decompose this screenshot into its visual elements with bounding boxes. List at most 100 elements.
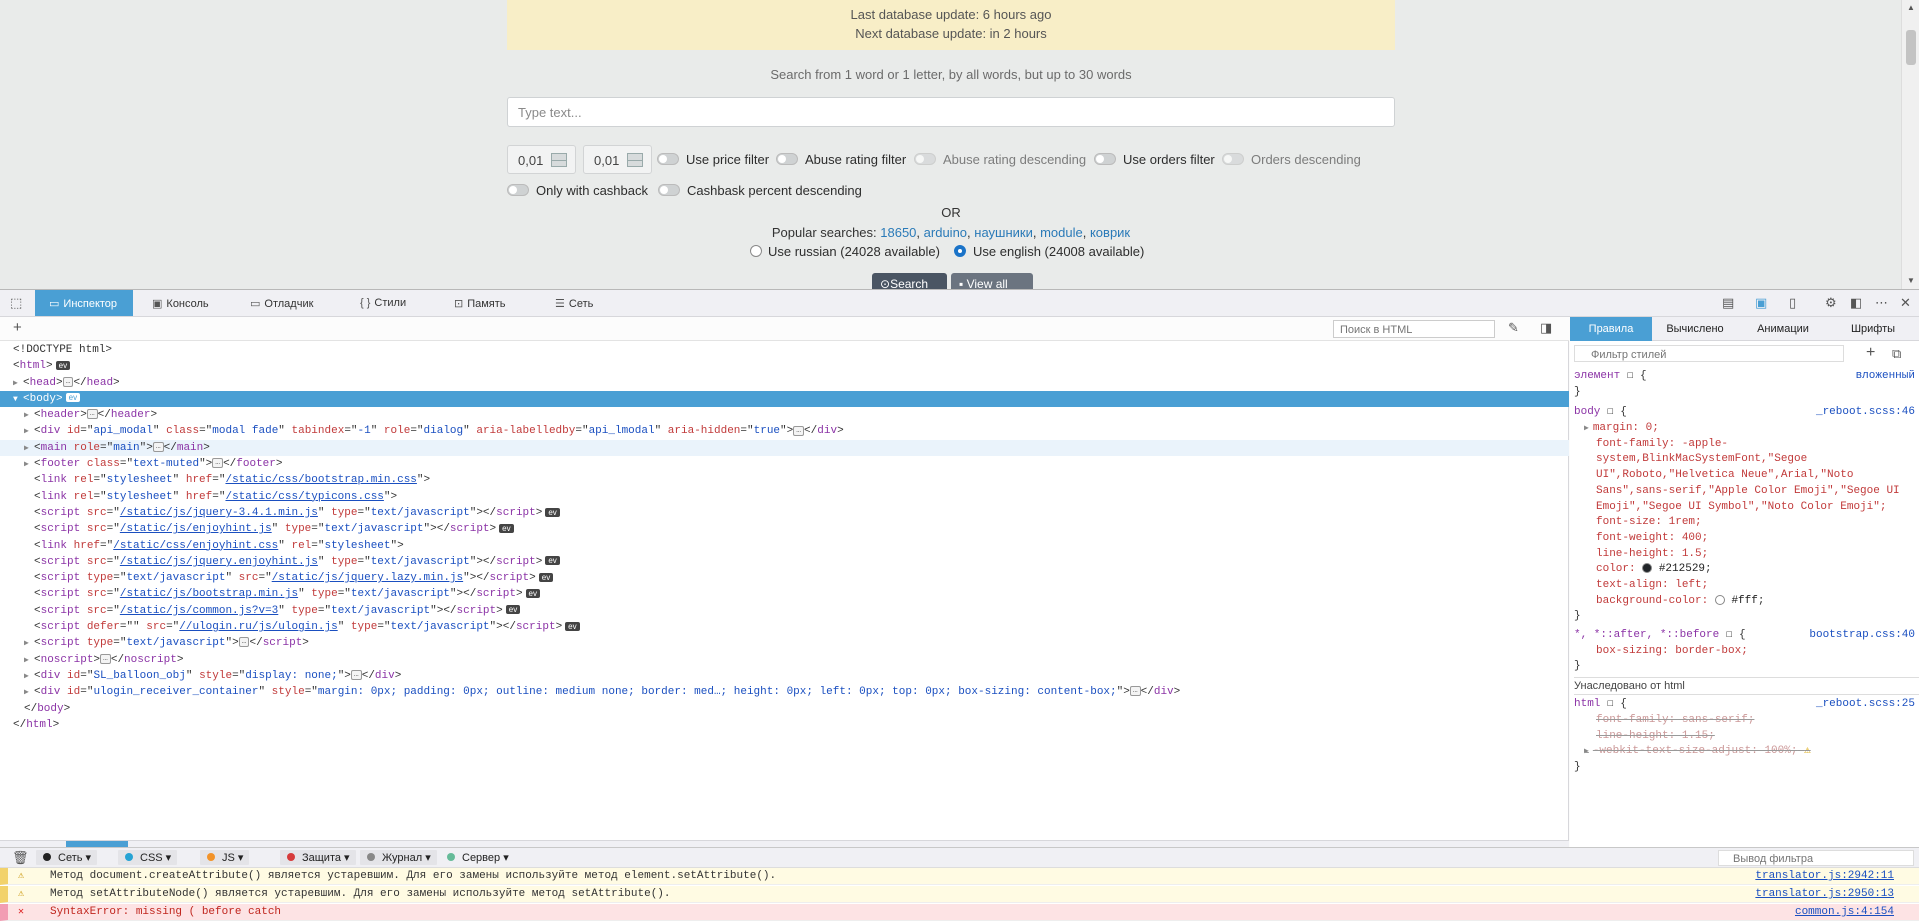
popular-link[interactable]: 18650 [880,225,916,240]
pseudo-class-icon[interactable]: ⧉ [1892,346,1901,362]
cashback-desc-toggle[interactable] [658,184,680,196]
tree-node[interactable]: <script src="/static/js/bootstrap.min.js… [0,586,1569,602]
filter-network[interactable]: Сеть ▾ [36,850,98,865]
tree-node[interactable]: ▶ <main role="main">… </main> [0,439,1569,457]
tab-console[interactable]: ▣ Консоль [152,290,232,316]
tree-node[interactable]: </body> [0,701,1569,717]
tree-node[interactable]: <script src="/static/js/common.js?v=3" t… [0,603,1569,619]
css-property[interactable]: ▶ margin: 0; [1574,421,1919,437]
css-property-overridden[interactable]: ▶ -webkit-text-size-adjust: 100%; ⚠ [1574,744,1919,760]
responsive-icon[interactable]: ▯ [1789,295,1796,311]
tree-node[interactable]: <link href="/static/css/enjoyhint.css" r… [0,538,1569,554]
tree-node[interactable]: </html> [0,717,1569,733]
css-property[interactable]: box-sizing: border-box; [1574,644,1919,660]
popular-link[interactable]: наушники [974,225,1033,240]
tree-node-selected[interactable]: ▼ <body> ev [0,390,1569,408]
tree-node[interactable]: <script defer="" src="//ulogin.ru/js/ulo… [0,619,1569,635]
add-node-icon[interactable]: + [13,319,22,336]
search-input[interactable] [507,97,1395,127]
tree-node[interactable]: <script src="/static/js/jquery-3.4.1.min… [0,505,1569,521]
scroll-up-icon[interactable]: ▲ [1907,3,1915,12]
css-property[interactable]: line-height: 1.5; [1574,547,1919,563]
tree-node[interactable]: <link rel="stylesheet" href="/static/css… [0,489,1569,505]
tab-rules[interactable]: Правила [1570,317,1652,341]
price-filter-toggle[interactable] [657,153,679,165]
split-icon[interactable]: ◧ [1850,295,1862,311]
spinner-icon[interactable] [551,153,567,167]
price-max-input[interactable]: 0,01 [583,145,652,174]
abuse-desc-toggle[interactable] [914,153,936,165]
css-property[interactable]: background-color: #fff; [1574,594,1919,610]
russian-radio[interactable] [750,245,762,257]
add-rule-icon[interactable]: + [1866,344,1875,362]
tab-debugger[interactable]: ▭ Отладчик [250,290,340,316]
tree-node[interactable]: <html> ev [0,358,1569,374]
tree-node[interactable]: ▶ <div id="api_modal" class="modal fade" … [0,423,1569,439]
search-button[interactable]: ⊙Search [872,273,947,289]
cashback-only-toggle[interactable] [507,184,529,196]
tab-styles[interactable]: { } Стили [360,290,440,316]
scroll-down-icon[interactable]: ▼ [1907,276,1915,285]
style-filter-input[interactable] [1574,345,1844,362]
tab-fonts[interactable]: Шрифты [1830,317,1916,341]
english-radio[interactable] [954,245,966,257]
eyedropper-icon[interactable]: ✎ [1508,320,1519,336]
tab-memory[interactable]: ⊡ Память [454,290,534,316]
filter-js[interactable]: JS ▾ [200,850,250,865]
tree-node[interactable]: ▶ <head>… </head> [0,375,1569,391]
tree-node[interactable]: <!DOCTYPE html> [0,342,1569,358]
layout-icon[interactable]: ▤ [1722,295,1734,311]
trash-icon[interactable]: 🗑 [12,850,29,866]
console-filter-input[interactable] [1718,850,1914,866]
element-picker-icon[interactable]: ⬚ [10,295,22,311]
filter-security[interactable]: Защита ▾ [280,850,356,865]
page-scrollbar[interactable]: ▲ ▼ [1901,0,1919,289]
rule-source[interactable]: вложенный [1856,369,1915,385]
html-search-input[interactable] [1333,320,1495,338]
filter-css[interactable]: CSS ▾ [118,850,178,865]
orders-filter-toggle[interactable] [1094,153,1116,165]
tree-node[interactable]: ▶ <footer class="text-muted">… </footer> [0,456,1569,472]
css-property-overridden[interactable]: line-height: 1.15; [1574,729,1919,745]
tree-node[interactable]: <script src="/static/js/enjoyhint.js" ty… [0,521,1569,537]
css-property-overridden[interactable]: font-family: sans-serif; [1574,713,1919,729]
tree-node[interactable]: ▶ <div id="SL_balloon_obj" style="display… [0,668,1569,684]
tab-animations[interactable]: Анимации [1738,317,1828,341]
sidebar-toggle-icon[interactable]: ◨ [1540,320,1552,336]
filter-log[interactable]: Журнал ▾ [360,850,437,865]
popular-link[interactable]: module [1040,225,1083,240]
tab-network[interactable]: ☰ Сеть [555,290,625,316]
view-all-button[interactable]: ▪ View all [951,273,1033,289]
css-property[interactable]: font-size: 1rem; [1574,515,1919,531]
message-source[interactable]: translator.js:2950:13 [1755,888,1894,900]
tree-node[interactable]: <link rel="stylesheet" href="/static/css… [0,472,1569,488]
tree-node[interactable]: ▶ <header>… </header> [0,407,1569,423]
css-property[interactable]: font-weight: 400; [1574,531,1919,547]
scrollbar-thumb[interactable] [1906,30,1916,65]
gear-icon[interactable]: ⚙ [1825,295,1837,311]
tree-node[interactable]: ▶ <noscript>… </noscript> [0,652,1569,668]
rule-source[interactable]: _reboot.scss:46 [1816,405,1915,421]
css-property[interactable]: text-align: left; [1574,578,1919,594]
popular-link[interactable]: arduino [924,225,967,240]
close-icon[interactable]: ✕ [1900,295,1911,311]
spinner-icon[interactable] [627,153,643,167]
rule-source[interactable]: _reboot.scss:25 [1816,697,1915,713]
filter-server[interactable]: Сервер ▾ [440,850,515,865]
tab-computed[interactable]: Вычислено [1654,317,1736,341]
tab-inspector[interactable]: ▭ Инспектор [35,290,133,316]
tree-node[interactable]: ▶ <script type="text/javascript">… </scrip… [0,635,1569,651]
price-min-input[interactable]: 0,01 [507,145,576,174]
popular-link[interactable]: коврик [1090,225,1130,240]
css-property[interactable]: color: #212529; [1574,562,1919,578]
css-property[interactable]: font-family: -apple-system,BlinkMacSyste… [1574,437,1919,516]
tree-node[interactable]: ▶ <div id="ulogin_receiver_container" sty… [0,684,1569,700]
message-source[interactable]: common.js:4:154 [1795,906,1894,918]
abuse-filter-toggle[interactable] [776,153,798,165]
dock-icon[interactable]: ▣ [1755,295,1767,311]
more-icon[interactable]: ⋯ [1875,295,1888,311]
rule-source[interactable]: bootstrap.css:40 [1809,628,1915,644]
orders-desc-toggle[interactable] [1222,153,1244,165]
tree-node[interactable]: <script src="/static/js/jquery.enjoyhint… [0,554,1569,570]
tree-node[interactable]: <script type="text/javascript" src="/sta… [0,570,1569,586]
